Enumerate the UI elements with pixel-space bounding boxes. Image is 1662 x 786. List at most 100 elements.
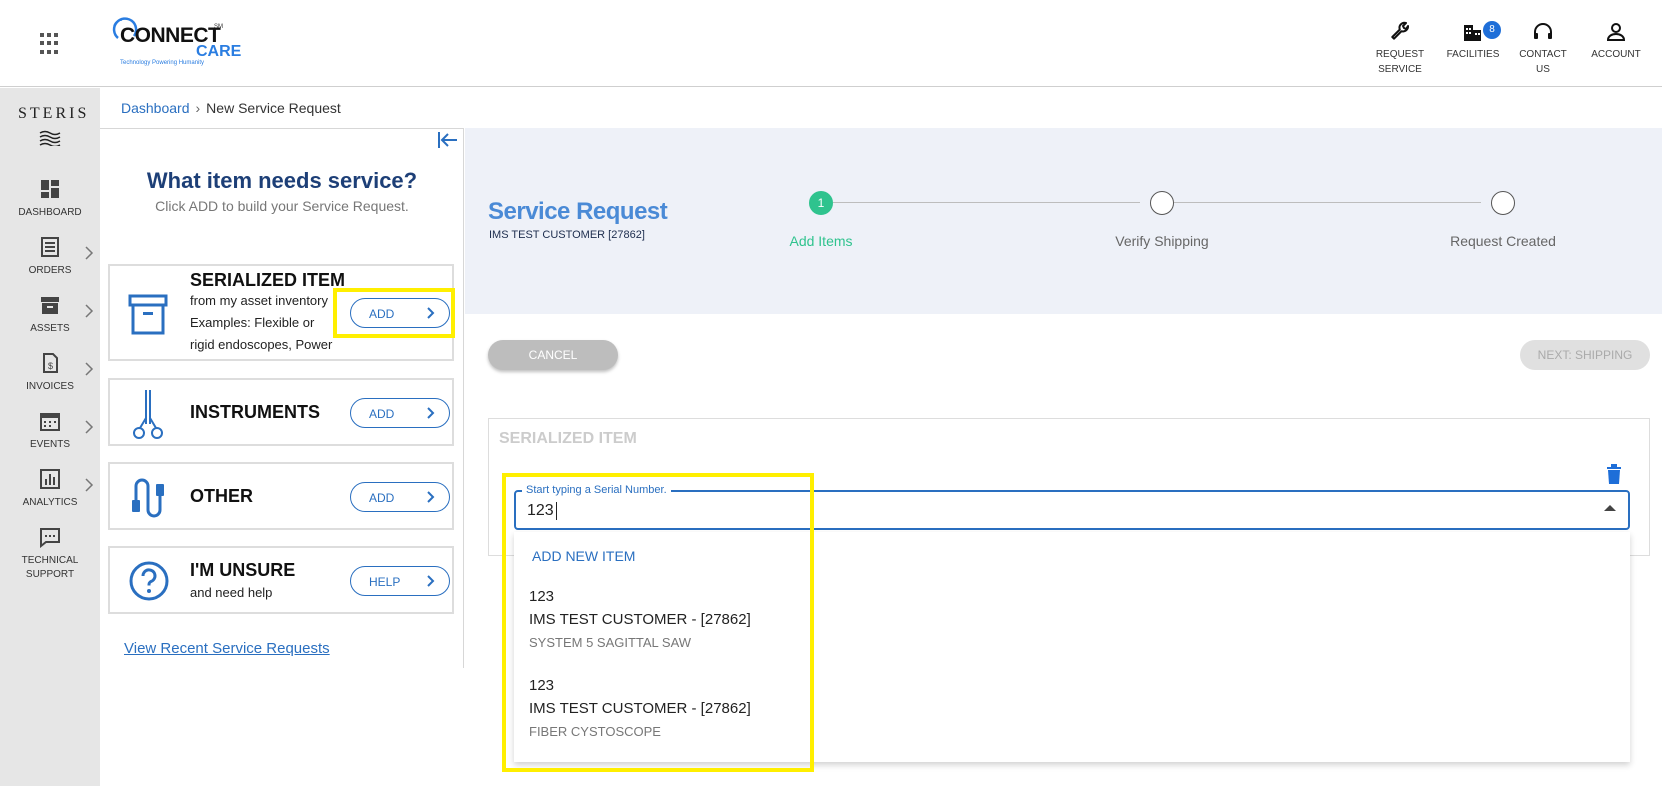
nav-facilities-label: FACILITIES: [1446, 49, 1500, 60]
breadcrumb-dashboard-link[interactable]: Dashboard: [121, 100, 190, 116]
serialized-item-title: SERIALIZED ITEM: [499, 430, 637, 447]
sidebar-item-dashboard[interactable]: DASHBOARD: [0, 178, 100, 220]
nav-contact-us-label: CONTACT US: [1519, 49, 1567, 75]
card-desc-line: and need help: [190, 585, 273, 600]
breadcrumb: Dashboard › New Service Request: [121, 100, 341, 116]
card-name: I'M UNSURE: [190, 560, 296, 580]
option-customer: IMS TEST CUSTOMER - [27862]: [529, 700, 751, 717]
facilities-count-badge: 8: [1483, 21, 1501, 39]
cable-icon: [132, 478, 164, 518]
dropdown-arrow-icon[interactable]: [1604, 505, 1616, 511]
chevron-right-icon[interactable]: [84, 478, 94, 492]
card-desc-line: rigid endoscopes, Power: [190, 337, 333, 352]
view-recent-requests-link[interactable]: View Recent Service Requests: [124, 640, 330, 657]
nav-account-label: ACCOUNT: [1591, 49, 1641, 60]
sidebar-item-label: INVOICES: [26, 381, 74, 392]
headset-icon: [1534, 23, 1552, 39]
sidebar-item-analytics[interactable]: ANALYTICS: [0, 468, 100, 510]
card-desc-line: Examples: Flexible or: [190, 315, 315, 330]
help-button[interactable]: HELP: [350, 566, 450, 596]
card-other: OTHER ADD: [108, 462, 454, 530]
suggestion-option[interactable]: 123 IMS TEST CUSTOMER - [27862] SYSTEM 5…: [529, 585, 751, 654]
serial-number-label: Start typing a Serial Number.: [522, 484, 671, 496]
add-instruments-button[interactable]: ADD: [350, 398, 450, 428]
chevron-right-icon[interactable]: [84, 362, 94, 376]
logo-brand-bottom: CARE: [196, 43, 242, 60]
button-label: HELP: [369, 575, 401, 589]
chevron-right-icon[interactable]: [84, 304, 94, 318]
add-other-button[interactable]: ADD: [350, 482, 450, 512]
nav-request-service[interactable]: REQUEST SERVICE: [1370, 20, 1430, 77]
panel-subtitle: Click ADD to build your Service Request.: [155, 198, 409, 214]
step-1-label: Add Items: [789, 233, 853, 249]
nav-account[interactable]: ACCOUNT: [1586, 20, 1646, 62]
step-1-indicator: 1: [809, 191, 833, 215]
sidebar-item-technical-support[interactable]: TECHNICAL SUPPORT: [0, 526, 100, 582]
option-model: FIBER CYSTOSCOPE: [529, 724, 661, 739]
sidebar-item-label: EVENTS: [29, 439, 70, 450]
chevron-right-icon: [427, 491, 435, 503]
sidebar-item-events[interactable]: EVENTS: [0, 410, 100, 452]
option-serial: 123: [529, 588, 555, 605]
steris-wave-icon: [39, 130, 61, 146]
add-new-item-option[interactable]: ADD NEW ITEM: [532, 548, 635, 564]
sidebar-item-label: ORDERS: [28, 265, 72, 276]
sidebar-item-label: DASHBOARD: [18, 207, 82, 218]
card-unsure: I'M UNSURE and need help HELP: [108, 546, 454, 614]
collapse-panel-icon[interactable]: [437, 130, 459, 150]
question-icon: [129, 561, 169, 601]
serial-number-input[interactable]: [514, 490, 1630, 530]
option-customer: IMS TEST CUSTOMER - [27862]: [529, 611, 751, 628]
customer-name: IMS TEST CUSTOMER [27862]: [489, 229, 645, 241]
trash-icon[interactable]: [1606, 464, 1622, 484]
breadcrumb-current: New Service Request: [206, 100, 341, 116]
card-serialized-item: SERIALIZED ITEM from my asset inventory …: [108, 264, 454, 361]
app-grid-icon[interactable]: [40, 33, 62, 55]
option-serial: 123: [529, 677, 555, 694]
chevron-right-icon: [427, 407, 435, 419]
nav-contact-us[interactable]: CONTACT US: [1513, 20, 1573, 77]
button-label: ADD: [369, 491, 395, 505]
card-description: and need help: [190, 582, 272, 604]
building-icon: [1464, 25, 1481, 41]
card-name: INSTRUMENTS: [190, 402, 320, 422]
cancel-button[interactable]: CANCEL: [488, 340, 618, 370]
card-desc-line: from my asset inventory: [190, 293, 328, 308]
next-shipping-button[interactable]: NEXT: SHIPPING: [1520, 340, 1650, 370]
logo-service-mark: SM: [214, 24, 223, 30]
sidebar-item-assets[interactable]: ASSETS: [0, 294, 100, 336]
chevron-right-icon[interactable]: [84, 246, 94, 260]
sidebar-item-orders[interactable]: ORDERS: [0, 236, 100, 278]
calendar-icon: [40, 413, 60, 431]
archive-icon: [41, 297, 59, 314]
nav-facilities[interactable]: 8 FACILITIES: [1443, 20, 1503, 62]
service-request-title: Service Request: [488, 198, 668, 225]
nav-request-service-label: REQUEST SERVICE: [1375, 49, 1425, 75]
card-description: from my asset inventory Examples: Flexib…: [190, 290, 332, 356]
steris-logo[interactable]: STERIS: [18, 105, 89, 123]
add-serialized-item-button[interactable]: ADD: [350, 298, 450, 328]
step-2-label: Verify Shipping: [1115, 233, 1209, 249]
step-2-indicator: [1150, 191, 1174, 215]
option-model: SYSTEM 5 SAGITTAL SAW: [529, 635, 692, 650]
chevron-right-icon[interactable]: [84, 420, 94, 434]
sidebar-item-invoices[interactable]: $ INVOICES: [0, 352, 100, 394]
sidebar-item-label: TECHNICAL SUPPORT: [21, 555, 79, 580]
serial-number-value[interactable]: 123: [527, 502, 554, 520]
suggestion-option[interactable]: 123 IMS TEST CUSTOMER - [27862] FIBER CY…: [529, 674, 751, 743]
chevron-right-icon: [427, 307, 435, 319]
chart-icon: [40, 469, 60, 489]
top-bar: CONNECT SM CARE Technology Powering Huma…: [0, 0, 1662, 87]
archive-box-icon: [128, 294, 168, 335]
dashboard-icon: [41, 180, 59, 198]
card-instruments: INSTRUMENTS ADD: [108, 378, 454, 446]
step-3-label: Request Created: [1450, 233, 1556, 249]
button-label: ADD: [369, 407, 395, 421]
chevron-right-icon: [427, 575, 435, 587]
step-3-indicator: [1491, 191, 1515, 215]
forceps-icon: [133, 390, 163, 439]
svg-text:$: $: [48, 361, 53, 371]
card-name: SERIALIZED ITEM: [190, 270, 346, 290]
logo-tagline: Technology Powering Humanity: [120, 60, 205, 66]
connect-care-logo[interactable]: CONNECT SM CARE Technology Powering Huma…: [110, 16, 241, 70]
